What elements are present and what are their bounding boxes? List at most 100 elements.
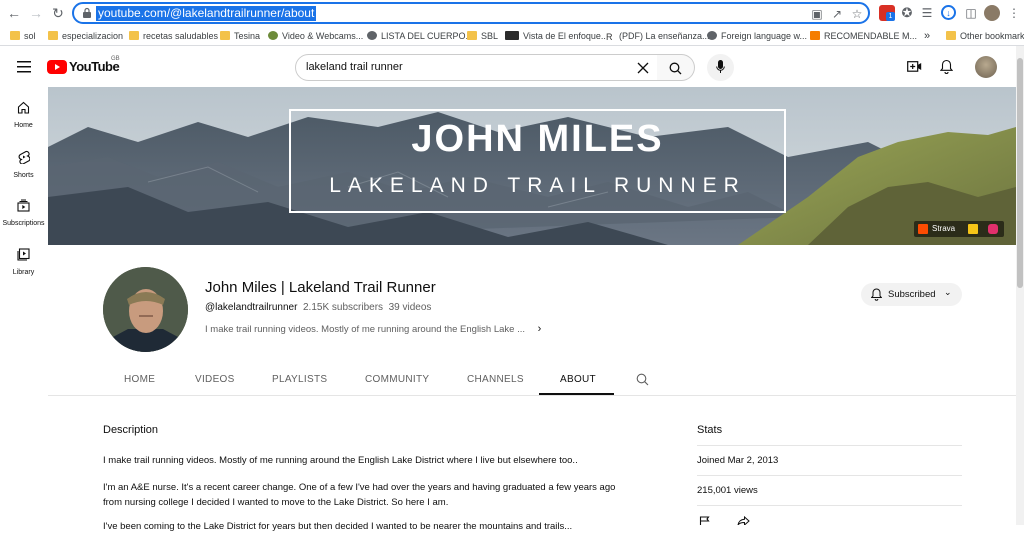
microphone-icon xyxy=(716,60,725,73)
channel-tagline[interactable]: I make trail running videos. Mostly of m… xyxy=(205,323,541,335)
download-icon[interactable]: ↓ xyxy=(941,5,956,20)
puzzle-icon[interactable]: ✪ xyxy=(899,5,915,21)
bookmark-star-icon[interactable]: ☆ xyxy=(850,7,864,21)
bookmark-item[interactable]: especializacion xyxy=(48,29,123,43)
chevron-down-icon: ⌄ xyxy=(944,287,952,297)
subscriber-count: 2.15K subscribers xyxy=(302,302,384,313)
channel-avatar-photo xyxy=(103,267,188,352)
channel-meta: @lakelandtrailrunner 2.15K subscribers 3… xyxy=(205,302,431,313)
scrollbar-thumb[interactable] xyxy=(1017,58,1023,288)
share-icon[interactable]: ↗ xyxy=(830,7,844,21)
voice-search-button[interactable] xyxy=(707,54,734,81)
stats-divider xyxy=(697,505,962,506)
banner-links: Strava xyxy=(914,221,1004,237)
instagram-icon[interactable] xyxy=(988,224,998,234)
rail-item-library[interactable]: Library xyxy=(0,248,47,276)
description-title: Description xyxy=(103,424,159,436)
menu-kebab-icon[interactable]: ⋮ xyxy=(1006,5,1022,21)
forward-arrow-icon[interactable]: → xyxy=(28,5,44,21)
bookmark-item[interactable]: Video & Webcams... xyxy=(268,29,363,43)
banner-title: JOHN MILES xyxy=(411,118,664,160)
stats-title: Stats xyxy=(697,424,723,436)
chevron-right-icon[interactable]: › xyxy=(538,323,542,335)
other-bookmarks[interactable]: Other bookmarks xyxy=(946,29,1024,43)
subscribed-button[interactable]: Subscribed ⌄ xyxy=(861,283,962,306)
notifications-bell-icon[interactable] xyxy=(940,59,953,74)
bookmark-item[interactable]: recetas saludables xyxy=(129,29,218,43)
home-icon xyxy=(17,101,30,114)
tab-about[interactable]: ABOUT xyxy=(560,374,596,385)
search-input[interactable]: lakeland trail runner xyxy=(295,54,658,81)
tab-home[interactable]: HOME xyxy=(124,374,155,385)
description-paragraph: I'm an A&E nurse. It's a recent career c… xyxy=(103,482,616,508)
description-paragraph: I've been coming to the Lake District fo… xyxy=(103,521,573,532)
rail-item-home[interactable]: Home xyxy=(0,101,47,129)
stats-divider xyxy=(697,475,962,476)
bookmark-item[interactable]: Vista de El enfoque... xyxy=(505,29,608,43)
bookmark-item[interactable]: SBL xyxy=(467,29,498,43)
extension-icon[interactable]: 1 xyxy=(879,5,895,21)
banner-subtitle: LAKELAND TRAIL RUNNER xyxy=(329,174,746,197)
back-arrow-icon[interactable]: ← xyxy=(6,5,22,21)
subscriptions-icon xyxy=(17,199,30,212)
video-count: 39 videos xyxy=(388,302,432,313)
rail-item-shorts[interactable]: Shorts xyxy=(0,150,47,179)
folder-icon xyxy=(10,31,20,40)
clear-search-icon[interactable] xyxy=(637,62,649,74)
browser-toolbar: ← → ↻ youtube.com/@lakelandtrailrunner/a… xyxy=(0,0,1024,26)
reload-icon[interactable]: ↻ xyxy=(50,5,66,21)
bookmarks-overflow[interactable]: » xyxy=(924,29,930,43)
paw-icon xyxy=(268,31,278,40)
folder-icon xyxy=(48,31,58,40)
bookmark-item[interactable]: RECOMENDABLE M... xyxy=(810,29,917,43)
profile-avatar[interactable] xyxy=(984,5,1000,21)
channel-avatar xyxy=(103,267,188,352)
strava-link[interactable]: Strava xyxy=(932,223,955,235)
bookmark-item[interactable]: R (PDF) La enseñanza... xyxy=(606,29,710,43)
channel-banner: JOHN MILES LAKELAND TRAIL RUNNER Strava xyxy=(48,87,1016,245)
youtube-play-icon xyxy=(47,60,67,74)
bookmark-item[interactable]: sol xyxy=(10,29,36,43)
folder-icon xyxy=(946,31,956,40)
search-icon xyxy=(669,62,682,75)
description-paragraph: I make trail running videos. Mostly of m… xyxy=(103,455,578,466)
channel-search-icon[interactable] xyxy=(636,373,649,386)
bookmark-item[interactable]: Foreign language w... xyxy=(707,29,807,43)
account-avatar[interactable] xyxy=(975,56,997,78)
stats-divider xyxy=(697,445,962,446)
install-app-icon[interactable]: ▣ xyxy=(810,7,824,21)
blogger-icon xyxy=(810,31,820,40)
link-icon[interactable] xyxy=(968,224,978,234)
tabs-divider xyxy=(48,395,1016,396)
bookmark-item[interactable]: LISTA DEL CUERPO... xyxy=(367,29,473,43)
hamburger-menu-icon[interactable] xyxy=(17,61,31,73)
url-text[interactable]: youtube.com/@lakelandtrailrunner/about xyxy=(96,6,317,21)
side-panel-icon[interactable]: ◫ xyxy=(963,5,979,21)
bookmarks-bar: sol especializacion recetas saludables T… xyxy=(0,26,1024,46)
media-control-icon[interactable]: ☰ xyxy=(919,5,935,21)
channel-name: John Miles | Lakeland Trail Runner xyxy=(205,279,436,296)
channel-handle: @lakelandtrailrunner xyxy=(205,302,298,313)
subscribed-label: Subscribed xyxy=(888,289,936,300)
search-button[interactable] xyxy=(657,54,695,81)
tab-channels[interactable]: CHANNELS xyxy=(467,374,524,385)
strava-icon[interactable] xyxy=(918,224,928,234)
create-video-icon[interactable] xyxy=(907,60,922,73)
lock-icon xyxy=(83,7,91,18)
rail-item-subscriptions[interactable]: Subscriptions xyxy=(0,199,47,227)
extension-badge: 1 xyxy=(886,12,895,21)
share-arrow-icon[interactable] xyxy=(737,516,750,525)
globe-icon xyxy=(367,31,377,40)
logo-region: GB xyxy=(111,56,120,62)
tab-videos[interactable]: VIDEOS xyxy=(195,374,235,385)
address-bar[interactable]: youtube.com/@lakelandtrailrunner/about ▣… xyxy=(72,2,870,24)
shorts-icon xyxy=(18,150,30,165)
tab-playlists[interactable]: PLAYLISTS xyxy=(272,374,327,385)
report-flag-icon[interactable] xyxy=(699,516,711,525)
folder-icon xyxy=(220,31,230,40)
library-icon xyxy=(17,248,30,261)
page-scrollbar[interactable] xyxy=(1016,46,1024,525)
bookmark-item[interactable]: Tesina xyxy=(220,29,260,43)
tab-community[interactable]: COMMUNITY xyxy=(365,374,429,385)
folder-icon xyxy=(467,31,477,40)
